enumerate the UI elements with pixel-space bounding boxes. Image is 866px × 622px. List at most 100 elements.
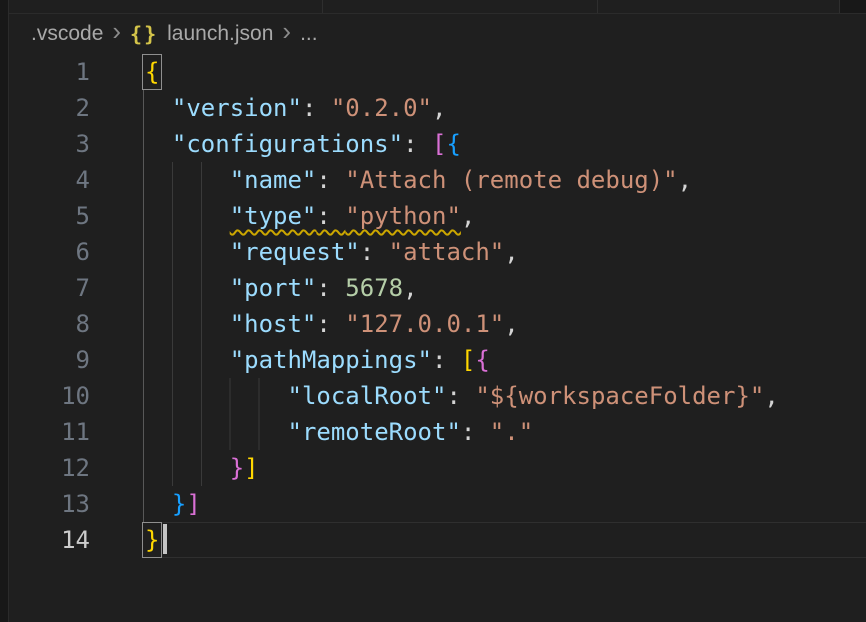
indent-guides <box>143 90 170 126</box>
code-line-14[interactable]: 14} <box>9 522 866 558</box>
line-number[interactable]: 12 <box>9 450 90 486</box>
token-b1: [ <box>461 346 475 374</box>
token-punct: , <box>403 274 417 302</box>
matched-bracket: } <box>143 523 161 557</box>
code-line-1[interactable]: 1{ <box>9 54 866 90</box>
indent-guides <box>143 450 228 486</box>
breadcrumb-symbol-path[interactable]: ... <box>300 22 318 46</box>
tab-stub-2[interactable] <box>323 0 598 13</box>
indent-guides <box>143 342 228 378</box>
chevron-right-icon: › <box>282 16 291 47</box>
tab-stub-3[interactable] <box>598 0 840 13</box>
chevron-right-icon: › <box>112 16 121 47</box>
line-number[interactable]: 2 <box>9 90 90 126</box>
token-string: "Attach (remote debug)" <box>345 166 677 194</box>
token-b2: } <box>230 454 244 482</box>
code-line-text: } <box>143 522 167 558</box>
indent-guides <box>143 234 228 270</box>
token-punct: : <box>446 382 475 410</box>
code-line-text: "remoteRoot": "." <box>143 414 533 450</box>
current-line-highlight <box>143 522 866 558</box>
code-line-11[interactable]: 11 "remoteRoot": "." <box>9 414 866 450</box>
code-line-12[interactable]: 12}] <box>9 450 866 486</box>
token-b3: } <box>172 490 186 518</box>
code-line-13[interactable]: 13}] <box>9 486 866 522</box>
editor-pane: .vscode › {} launch.json › ... 1{2"versi… <box>9 14 866 622</box>
token-string: "attach" <box>389 238 505 266</box>
token-punct: , <box>764 382 778 410</box>
code-line-6[interactable]: 6 "request": "attach", <box>9 234 866 270</box>
line-number[interactable]: 3 <box>9 126 90 162</box>
token-b3: { <box>446 130 460 158</box>
code-line-4[interactable]: 4 "name": "Attach (remote debug)", <box>9 162 866 198</box>
token-punct: : <box>316 166 345 194</box>
code-line-text: { <box>143 54 161 90</box>
line-number[interactable]: 4 <box>9 162 90 198</box>
indent-guides <box>143 270 228 306</box>
line-number[interactable]: 1 <box>9 54 90 90</box>
token-key: "type" <box>230 202 317 230</box>
line-number[interactable]: 10 <box>9 378 90 414</box>
indent-guides <box>143 126 170 162</box>
token-key: "localRoot" <box>288 382 447 410</box>
line-number[interactable]: 11 <box>9 414 90 450</box>
indent-guides <box>143 306 228 342</box>
code-line-text: "host": "127.0.0.1", <box>143 306 519 342</box>
line-number[interactable]: 13 <box>9 486 90 522</box>
line-number[interactable]: 14 <box>9 522 90 558</box>
code-line-text: "pathMappings": [{ <box>143 342 490 378</box>
token-key: "configurations" <box>172 130 403 158</box>
json-file-icon: {} <box>130 22 158 46</box>
vscode-editor-window: .vscode › {} launch.json › ... 1{2"versi… <box>0 0 866 622</box>
token-punct: , <box>461 202 475 230</box>
token-string: "${workspaceFolder}" <box>475 382 764 410</box>
code-line-text: "localRoot": "${workspaceFolder}", <box>143 378 779 414</box>
warning-squiggle: "type": "python" <box>230 202 461 230</box>
code-line-2[interactable]: 2"version": "0.2.0", <box>9 90 866 126</box>
token-key: "name" <box>230 166 317 194</box>
token-punct: : <box>316 310 345 338</box>
token-string: "0.2.0" <box>331 94 432 122</box>
tab-bar <box>9 0 866 14</box>
line-number[interactable]: 5 <box>9 198 90 234</box>
code-line-text: }] <box>143 450 259 486</box>
line-number[interactable]: 7 <box>9 270 90 306</box>
breadcrumb: .vscode › {} launch.json › ... <box>9 14 866 54</box>
code-line-5[interactable]: 5 "type": "python", <box>9 198 866 234</box>
breadcrumb-folder[interactable]: .vscode <box>31 22 103 46</box>
line-number[interactable]: 9 <box>9 342 90 378</box>
code-line-text: "configurations": [{ <box>143 126 461 162</box>
code-line-7[interactable]: 7 "port": 5678, <box>9 270 866 306</box>
tab-bar-empty-space <box>840 0 866 13</box>
code-line-text: "request": "attach", <box>143 234 519 270</box>
code-line-3[interactable]: 3 "configurations": [{ <box>9 126 866 162</box>
token-punct: : <box>461 418 490 446</box>
code-line-9[interactable]: 9 "pathMappings": [{ <box>9 342 866 378</box>
code-line-8[interactable]: 8 "host": "127.0.0.1", <box>9 306 866 342</box>
indent-guides <box>143 378 286 414</box>
code-line-text: "type": "python", <box>143 198 475 234</box>
token-punct: : <box>316 274 345 302</box>
code-line-text: }] <box>143 486 201 522</box>
code-editor[interactable]: 1{2"version": "0.2.0",3"configurations":… <box>9 54 866 558</box>
token-punct: , <box>504 310 518 338</box>
token-punct: : <box>302 94 331 122</box>
token-string: "127.0.0.1" <box>345 310 504 338</box>
code-line-10[interactable]: 10 "localRoot": "${workspaceFolder}", <box>9 378 866 414</box>
tab-stub-1[interactable] <box>9 0 323 13</box>
token-string: "python" <box>345 202 461 230</box>
token-key: "host" <box>230 310 317 338</box>
token-b1: ] <box>244 454 258 482</box>
token-punct: , <box>678 166 692 194</box>
line-number[interactable]: 8 <box>9 306 90 342</box>
breadcrumb-file[interactable]: launch.json <box>167 22 273 46</box>
matched-bracket: { <box>143 55 161 89</box>
token-punct: , <box>504 238 518 266</box>
token-string: "." <box>490 418 533 446</box>
line-number[interactable]: 6 <box>9 234 90 270</box>
code-line-text: "port": 5678, <box>143 270 418 306</box>
token-b2: ] <box>186 490 200 518</box>
token-number: 5678 <box>345 274 403 302</box>
token-punct: , <box>432 94 446 122</box>
indent-guides <box>143 162 228 198</box>
